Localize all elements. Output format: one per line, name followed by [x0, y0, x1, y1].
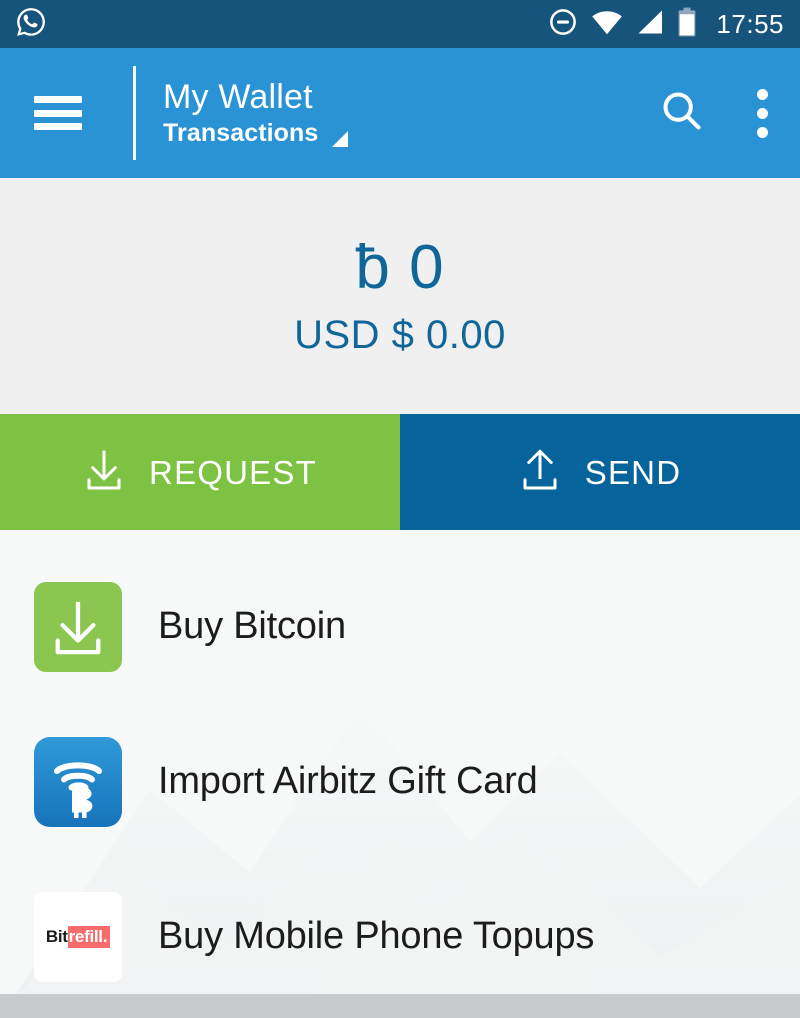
list-item[interactable]: Buy Bitcoin — [0, 549, 800, 704]
upload-arrow-icon — [519, 447, 561, 498]
kebab-dot — [757, 88, 768, 100]
search-icon[interactable] — [659, 88, 705, 139]
balance-fiat-amount: USD $ 0.00 — [294, 313, 506, 357]
status-bar: 17:55 — [0, 0, 800, 48]
request-button[interactable]: REQUEST — [0, 414, 400, 530]
hamburger-bar — [34, 123, 82, 130]
wallet-app-screen: 17:55 My Wallet Transactions ƀ 0 USD $ 0… — [0, 0, 800, 1018]
wallet-subtitle-row: Transactions — [163, 117, 349, 149]
status-bar-clock: 17:55 — [716, 9, 784, 39]
wallet-title-block[interactable]: My Wallet Transactions — [163, 77, 349, 149]
bitrefill-wordmark-refill: refill. — [67, 925, 111, 948]
status-bar-notifications — [14, 5, 48, 44]
download-arrow-icon — [34, 581, 122, 672]
whatsapp-icon — [14, 5, 48, 44]
battery-icon — [677, 7, 697, 42]
list-item-label: Import Airbitz Gift Card — [158, 759, 538, 802]
list-item-label: Buy Bitcoin — [158, 604, 346, 647]
kebab-dot — [757, 107, 768, 119]
list-item[interactable]: Bit refill. Buy Mobile Phone Topups — [0, 859, 800, 1014]
page-title: My Wallet — [163, 78, 313, 116]
cell-signal-icon — [636, 9, 664, 40]
airbitz-logo-icon — [34, 736, 122, 827]
chevron-down-icon[interactable] — [332, 131, 349, 147]
bitrefill-wordmark: Bit refill. — [45, 925, 111, 948]
page-subtitle: Transactions — [163, 119, 319, 147]
overflow-menu-icon[interactable] — [751, 83, 774, 144]
wallet-options-list: Buy Bitcoin Import Airbitz Gift Card Bit… — [0, 530, 800, 1018]
bitrefill-wordmark-bit: Bit — [45, 927, 68, 946]
app-bar-divider — [133, 66, 136, 160]
app-bar: My Wallet Transactions — [0, 48, 800, 178]
wifi-icon — [591, 9, 623, 40]
send-button-label: SEND — [584, 453, 682, 491]
do-not-disturb-icon — [548, 7, 578, 42]
status-bar-system-icons: 17:55 — [548, 7, 784, 42]
kebab-dot — [757, 126, 768, 138]
primary-actions-bar: REQUEST SEND — [0, 414, 800, 530]
app-bar-actions — [659, 83, 774, 144]
balance-btc-amount: ƀ 0 — [355, 233, 445, 302]
bitrefill-logo-icon: Bit refill. — [34, 891, 122, 982]
request-button-label: REQUEST — [149, 453, 317, 491]
balance-panel: ƀ 0 USD $ 0.00 — [0, 178, 800, 414]
hamburger-menu-icon[interactable] — [34, 96, 82, 130]
wallet-options-list-inner: Buy Bitcoin Import Airbitz Gift Card Bit… — [0, 530, 800, 1014]
hamburger-bar — [34, 96, 82, 103]
list-item-label: Buy Mobile Phone Topups — [158, 914, 595, 957]
download-arrow-icon — [83, 447, 125, 498]
hamburger-bar — [34, 109, 82, 117]
send-button[interactable]: SEND — [400, 414, 800, 530]
list-item[interactable]: Import Airbitz Gift Card — [0, 704, 800, 859]
